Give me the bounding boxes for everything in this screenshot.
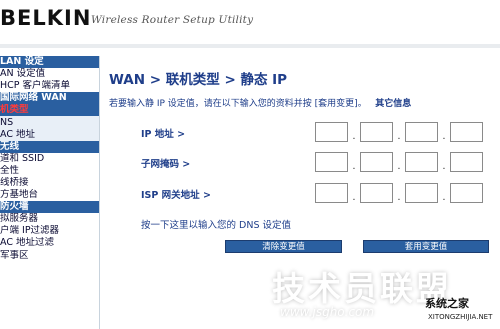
sidebar-item-label: HCP 客户端清单 [0,80,71,92]
sidebar-item-dns[interactable]: NS [0,116,99,129]
sidebar-section-firewall[interactable]: 防火墙 [0,201,99,214]
header: BELKIN Wireless Router Setup Utility [0,0,500,44]
sidebar-section-wan[interactable]: 国际网络 WAN [0,92,99,105]
sidebar-item-label: AN 设定值 [0,68,46,80]
sidebar-item-mac-address-filter[interactable]: AC 地址过滤 [0,237,99,249]
isp-gateway-field: . . . [315,183,483,203]
sidebar-item-label: 户端 IP过滤器 [0,225,60,237]
apply-changes-button[interactable]: 套用变更值 [363,240,489,253]
sidebar-section-lan[interactable]: LAN 设定 [0,56,99,69]
octet-separator: . [352,192,356,203]
sidebar-item-lan-settings[interactable]: AN 设定值 [0,68,99,80]
octet-separator: . [352,161,356,172]
subnet-mask-octet-2[interactable] [360,152,393,172]
isp-gateway-octet-1[interactable] [315,183,348,203]
sidebar-section-label: 无线 [0,140,20,152]
instruction-body: 若要输入静 IP 设定值，请在以下输入您的资料并按 [套用变更]。 [109,99,367,109]
octet-separator: . [397,192,401,203]
subnet-mask-octet-3[interactable] [405,152,438,172]
sidebar-item-label: 军事区 [0,249,29,261]
ip-address-label: IP 地址 > [141,129,186,140]
octet-separator: . [442,192,446,203]
sidebar-item-access-point[interactable]: 方基地台 [0,189,99,201]
octet-separator: . [397,161,401,172]
isp-gateway-label: ISP 网关地址 > [141,190,211,201]
sidebar-section-label: LAN 设定 [0,56,44,68]
octet-separator: . [442,131,446,142]
isp-gateway-octet-4[interactable] [450,183,483,203]
sidebar: LAN 设定 AN 设定值 HCP 客户端清单 国际网络 WAN 机类型 NS … [0,56,100,329]
corner-logo-subtext: XITONGZHIJIA.NET [428,313,493,321]
sidebar-item-virtual-servers[interactable]: 拟服务器 [0,213,99,225]
subnet-mask-label: 子网掩码 > [141,159,191,170]
ip-address-octet-2[interactable] [360,122,393,142]
sidebar-item-label: NS [0,116,14,128]
watermark-url: www.jsgho.com [280,305,375,319]
ip-address-octet-3[interactable] [405,122,438,142]
brand-logo: BELKIN [0,6,92,30]
octet-separator: . [397,131,401,142]
subnet-mask-octet-1[interactable] [315,152,348,172]
sidebar-item-dhcp-client-list[interactable]: HCP 客户端清单 [0,80,99,92]
sidebar-item-label: AC 地址 [0,128,35,140]
sidebar-item-label: 方基地台 [0,189,39,201]
sidebar-item-label: AC 地址过滤 [0,237,54,249]
instruction-text: 若要输入静 IP 设定值，请在以下输入您的资料并按 [套用变更]。 其它信息 [109,96,411,109]
sidebar-item-channel-ssid[interactable]: 道和 SSID [0,153,99,165]
sidebar-item-dmz[interactable]: 军事区 [0,250,99,262]
isp-gateway-octet-3[interactable] [405,183,438,203]
dns-settings-link[interactable]: 按一下这里以输入您的 DNS 设定值 [141,217,291,231]
sidebar-section-label: 防火墙 [0,201,29,213]
ip-address-field: . . . [315,122,483,142]
subnet-mask-octet-4[interactable] [450,152,483,172]
sidebar-item-label: 线桥接 [0,176,29,188]
isp-gateway-octet-2[interactable] [360,183,393,203]
sidebar-item-label: 机类型 [0,104,29,116]
ip-address-octet-4[interactable] [450,122,483,142]
sidebar-item-wireless-bridge[interactable]: 线桥接 [0,177,99,189]
octet-separator: . [352,131,356,142]
sidebar-item-client-ip-filters[interactable]: 户端 IP过滤器 [0,225,99,237]
sidebar-item-security[interactable]: 全性 [0,165,99,177]
sidebar-item-label: 全性 [0,164,20,176]
sidebar-section-wireless[interactable]: 无线 [0,140,99,153]
corner-logo-text: 系统之家 [425,297,469,310]
sidebar-item-connection-type[interactable]: 机类型 [0,104,99,117]
more-info-link[interactable]: 其它信息 [375,99,411,109]
clear-changes-button[interactable]: 清除变更值 [225,240,342,253]
tagline: Wireless Router Setup Utility [91,14,254,26]
sidebar-item-label: 道和 SSID [0,152,45,164]
page-title: WAN > 联机类型 > 静态 IP [109,72,288,88]
ip-address-octet-1[interactable] [315,122,348,142]
sidebar-item-mac-address[interactable]: AC 地址 [0,128,99,141]
header-divider [0,44,500,48]
sidebar-item-label: 拟服务器 [0,213,39,225]
octet-separator: . [442,161,446,172]
sidebar-section-label: 国际网络 WAN [0,92,67,104]
subnet-mask-field: . . . [315,152,483,172]
